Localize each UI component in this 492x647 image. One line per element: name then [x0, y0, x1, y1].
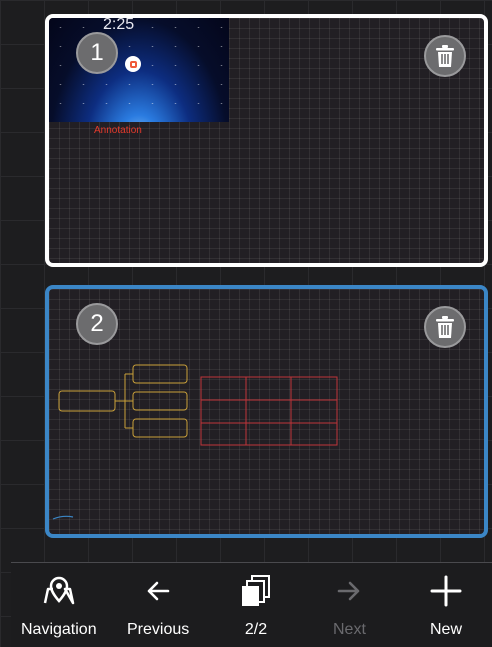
arrow-left-icon — [147, 581, 170, 601]
page-number-badge-2: 2 — [76, 303, 118, 345]
arrow-right-icon — [338, 581, 360, 601]
page-counter: 2/2 — [244, 621, 268, 638]
mindmap-child-node-2 — [132, 391, 188, 411]
navigation-button[interactable]: Navigation — [21, 571, 97, 643]
bottom-toolbar: Navigation Previous 2/2 Next New — [11, 562, 492, 647]
previous-button[interactable]: Previous — [127, 571, 189, 643]
stacked-pages-icon — [242, 575, 270, 606]
thumbnail-clock: 2:25 — [103, 18, 135, 33]
pen-stroke — [52, 515, 74, 520]
annotation-label: Annotation — [94, 125, 142, 136]
page-1-thumbnail: 2:25 — [49, 18, 229, 122]
drawn-table — [200, 376, 338, 446]
previous-label: Previous — [127, 621, 190, 638]
plus-icon — [430, 575, 462, 607]
delete-page-1-button[interactable] — [424, 35, 466, 77]
trash-icon — [436, 316, 454, 338]
page-card-2[interactable]: 2 — [45, 285, 488, 538]
thumbnail-stars — [49, 18, 229, 122]
delete-page-2-button[interactable] — [424, 306, 466, 348]
page-list-button[interactable]: 2/2 — [241, 571, 271, 643]
next-label: Next — [333, 621, 366, 638]
page-number-badge-1: 1 — [76, 32, 118, 74]
mindmap-root-node — [58, 390, 116, 412]
new-label: New — [430, 621, 463, 638]
map-pin-icon — [43, 576, 75, 605]
thumbnail-app-icon — [125, 56, 141, 72]
page-card-1[interactable]: 2:25 Annotation 1 — [45, 14, 488, 267]
navigation-label: Navigation — [21, 621, 97, 638]
new-page-button[interactable]: New — [430, 571, 462, 643]
mindmap-child-node-3 — [132, 418, 188, 438]
mindmap-child-node-1 — [132, 364, 188, 384]
trash-icon — [436, 45, 454, 67]
next-button[interactable]: Next — [333, 571, 366, 643]
